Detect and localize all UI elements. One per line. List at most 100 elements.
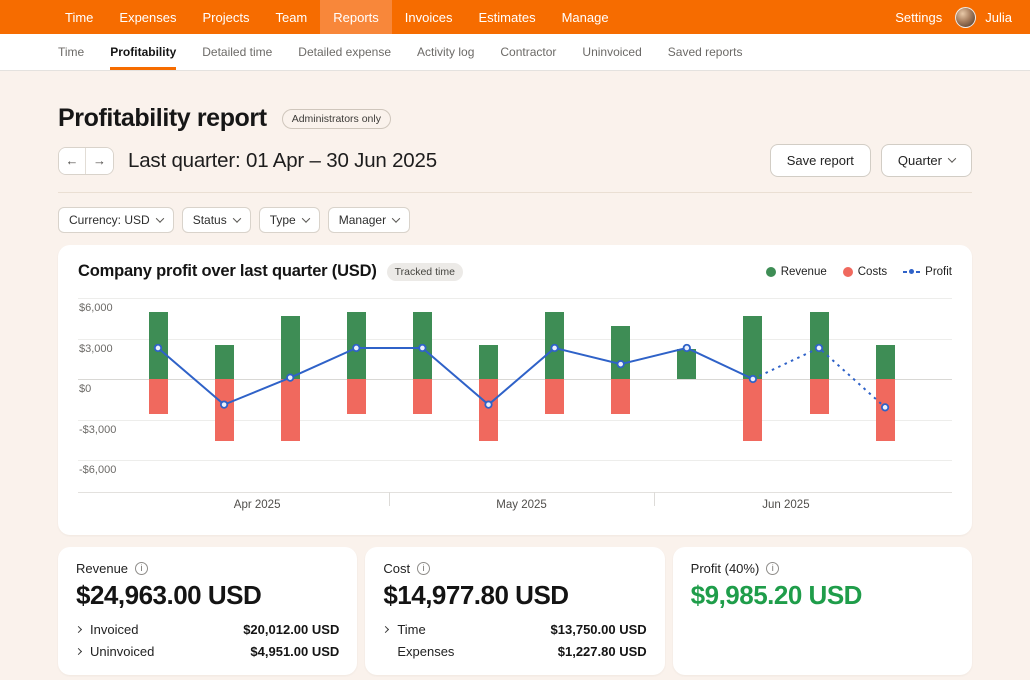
- profit-chart: $6,000$3,000$0-$3,000-$6,000Apr 2025May …: [78, 293, 952, 525]
- period-granularity-value: Quarter: [898, 153, 942, 168]
- avatar[interactable]: [955, 7, 976, 28]
- profit-line-layer: [78, 293, 952, 525]
- tab-detailed-time[interactable]: Detailed time: [202, 34, 272, 70]
- header-divider: [58, 192, 972, 193]
- tab-detailed-expense[interactable]: Detailed expense: [298, 34, 391, 70]
- info-icon[interactable]: i: [766, 562, 779, 575]
- nav-item-invoices[interactable]: Invoices: [392, 0, 466, 34]
- costs-swatch-icon: [843, 267, 853, 277]
- next-period-button[interactable]: →: [86, 148, 113, 174]
- tab-saved-reports[interactable]: Saved reports: [668, 34, 743, 70]
- chevron-down-icon: [232, 214, 240, 222]
- profit-point[interactable]: [551, 345, 557, 351]
- info-icon[interactable]: i: [417, 562, 430, 575]
- period-granularity-select[interactable]: Quarter: [881, 144, 972, 177]
- profit-point[interactable]: [684, 345, 690, 351]
- profit-point[interactable]: [353, 345, 359, 351]
- profit-point[interactable]: [750, 376, 756, 382]
- row-value: $20,012.00 USD: [243, 622, 339, 637]
- profit-point[interactable]: [816, 345, 822, 351]
- card-row-time[interactable]: Time $13,750.00 USD: [383, 622, 646, 637]
- card-row-uninvoiced[interactable]: Uninvoiced$4,951.00 USD: [76, 644, 339, 659]
- card-label: Revenue: [76, 561, 128, 576]
- filter-currency-usd[interactable]: Currency: USD: [58, 207, 174, 233]
- chevron-down-icon: [301, 214, 309, 222]
- legend-item-revenue: Revenue: [766, 266, 827, 278]
- legend-item-profit: Profit: [903, 266, 952, 278]
- chevron-down-icon: [392, 214, 400, 222]
- chart-title: Company profit over last quarter (USD): [78, 262, 377, 281]
- nav-item-team[interactable]: Team: [262, 0, 320, 34]
- card-rows: Invoiced $20,012.00 USD Uninvoiced$4,951.0…: [76, 622, 339, 659]
- row-value: $1,227.80 USD: [558, 644, 647, 659]
- row-label: Uninvoiced: [90, 644, 154, 659]
- nav-item-projects[interactable]: Projects: [190, 0, 263, 34]
- card-amount: $24,963.00 USD: [76, 580, 339, 611]
- profit-point[interactable]: [287, 374, 293, 380]
- prev-period-button[interactable]: ←: [59, 148, 86, 174]
- period-row: ← → Last quarter: 01 Apr – 30 Jun 2025 S…: [58, 144, 972, 177]
- filter-manager[interactable]: Manager: [328, 207, 410, 233]
- filter-bar: Currency: USD Status Type Manager: [58, 207, 972, 233]
- filter-label: Manager: [339, 213, 386, 227]
- page-title: Profitability report: [58, 104, 267, 133]
- legend-label: Profit: [925, 266, 952, 278]
- nav-item-time[interactable]: Time: [52, 0, 106, 34]
- profit-point[interactable]: [155, 345, 161, 351]
- profit-point[interactable]: [221, 401, 227, 407]
- profit-point[interactable]: [882, 404, 888, 410]
- nav-item-manage[interactable]: Manage: [549, 0, 622, 34]
- info-icon[interactable]: i: [135, 562, 148, 575]
- row-label-cell: Time: [383, 622, 425, 637]
- app-root: TimeExpensesProjectsTeamReportsInvoicesE…: [0, 0, 1030, 675]
- chevron-right-icon: [75, 626, 82, 633]
- row-label: Invoiced: [90, 622, 138, 637]
- profit-line-swatch-icon: [903, 269, 920, 274]
- tab-uninvoiced[interactable]: Uninvoiced: [582, 34, 641, 70]
- main-content: Profitability report Administrators only…: [0, 104, 1030, 675]
- nav-item-estimates[interactable]: Estimates: [466, 0, 549, 34]
- title-row: Profitability report Administrators only: [58, 104, 972, 133]
- tab-contractor[interactable]: Contractor: [500, 34, 556, 70]
- row-label-cell: Invoiced: [76, 622, 138, 637]
- filter-status[interactable]: Status: [182, 207, 251, 233]
- top-nav-items: TimeExpensesProjectsTeamReportsInvoicesE…: [52, 0, 622, 34]
- chart-card: Company profit over last quarter (USD) T…: [58, 245, 972, 535]
- card-label-row: Revenue i: [76, 561, 339, 576]
- row-label-cell: Uninvoiced: [76, 644, 154, 659]
- profit-point[interactable]: [485, 401, 491, 407]
- filter-label: Currency: USD: [69, 213, 150, 227]
- chevron-down-icon: [948, 154, 956, 162]
- nav-item-reports[interactable]: Reports: [320, 0, 392, 34]
- card-row-expenses: Expenses $1,227.80 USD: [383, 644, 646, 659]
- revenue-swatch-icon: [766, 267, 776, 277]
- nav-settings[interactable]: Settings: [891, 10, 946, 25]
- period-label: Last quarter: 01 Apr – 30 Jun 2025: [128, 149, 437, 173]
- card-rows: Time $13,750.00 USD Expenses $1,227.80 USD: [383, 622, 646, 659]
- chart-legend: Revenue Costs Profit: [766, 266, 952, 278]
- filter-label: Type: [270, 213, 296, 227]
- admin-only-badge: Administrators only: [282, 109, 391, 129]
- tab-profitability[interactable]: Profitability: [110, 34, 176, 70]
- filter-type[interactable]: Type: [259, 207, 320, 233]
- profit-point[interactable]: [419, 345, 425, 351]
- card-amount: $9,985.20 USD: [691, 580, 954, 611]
- nav-username[interactable]: Julia: [985, 10, 1012, 25]
- legend-label: Costs: [858, 266, 887, 278]
- top-nav-right: Settings Julia: [891, 0, 1030, 34]
- tab-activity-log[interactable]: Activity log: [417, 34, 474, 70]
- profit-point[interactable]: [618, 361, 624, 367]
- report-tabs: Time Profitability Detailed time Detailed e…: [0, 34, 1030, 71]
- chevron-down-icon: [155, 214, 163, 222]
- card-amount: $14,977.80 USD: [383, 580, 646, 611]
- nav-item-expenses[interactable]: Expenses: [106, 0, 189, 34]
- card-label-row: Profit (40%)i: [691, 561, 954, 576]
- top-nav: TimeExpensesProjectsTeamReportsInvoicesE…: [0, 0, 1030, 34]
- save-report-button[interactable]: Save report: [770, 144, 871, 177]
- row-label: Expenses: [397, 644, 454, 659]
- tab-time[interactable]: Time: [58, 34, 84, 70]
- summary-card-revenue: Revenue i $24,963.00 USD Invoiced $20,012.00…: [58, 547, 357, 675]
- period-arrows: ← →: [58, 147, 114, 175]
- row-value: $13,750.00 USD: [551, 622, 647, 637]
- card-row-invoiced[interactable]: Invoiced $20,012.00 USD: [76, 622, 339, 637]
